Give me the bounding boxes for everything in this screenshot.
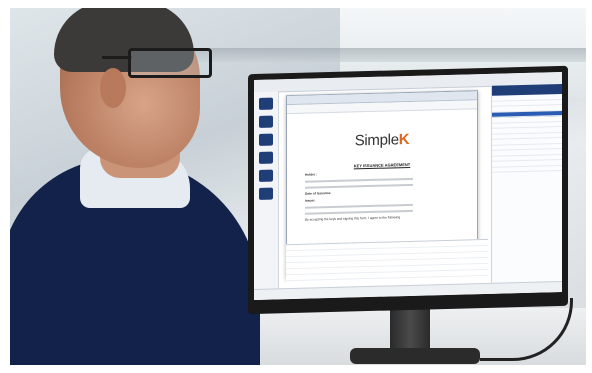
nav-icon-2[interactable] (259, 115, 273, 128)
glasses (128, 48, 212, 78)
monitor-base (350, 348, 480, 364)
text-line (305, 177, 413, 183)
agreement-text: By accepting the keys and signing this f… (305, 215, 401, 222)
records-table (286, 238, 488, 286)
background-shelf (170, 48, 586, 62)
nav-icon-6[interactable] (259, 187, 273, 200)
text-line (305, 203, 413, 209)
app-left-rail (254, 91, 279, 301)
nav-icon-3[interactable] (259, 133, 273, 146)
logo-accent-text: K (398, 130, 410, 149)
person-ear (100, 68, 126, 108)
text-line (305, 209, 413, 215)
monitor-screen: SimpleK KEY ISSUANCE AGREEMENT Holder : … (254, 71, 562, 301)
photo: SimpleK KEY ISSUANCE AGREEMENT Holder : … (10, 8, 586, 365)
nav-icon-1[interactable] (259, 97, 273, 110)
logo-main-text: Simple (354, 131, 399, 150)
simplek-logo: SimpleK (305, 130, 459, 151)
nav-icon-4[interactable] (259, 151, 273, 164)
list-item[interactable] (492, 165, 562, 173)
holder-label: Holder : (305, 172, 318, 177)
right-list-panel (491, 83, 562, 294)
monitor: SimpleK KEY ISSUANCE AGREEMENT Holder : … (248, 65, 568, 315)
issuer-label: Issuer: (305, 198, 316, 203)
nav-icon-5[interactable] (259, 169, 273, 182)
text-line (305, 183, 413, 189)
